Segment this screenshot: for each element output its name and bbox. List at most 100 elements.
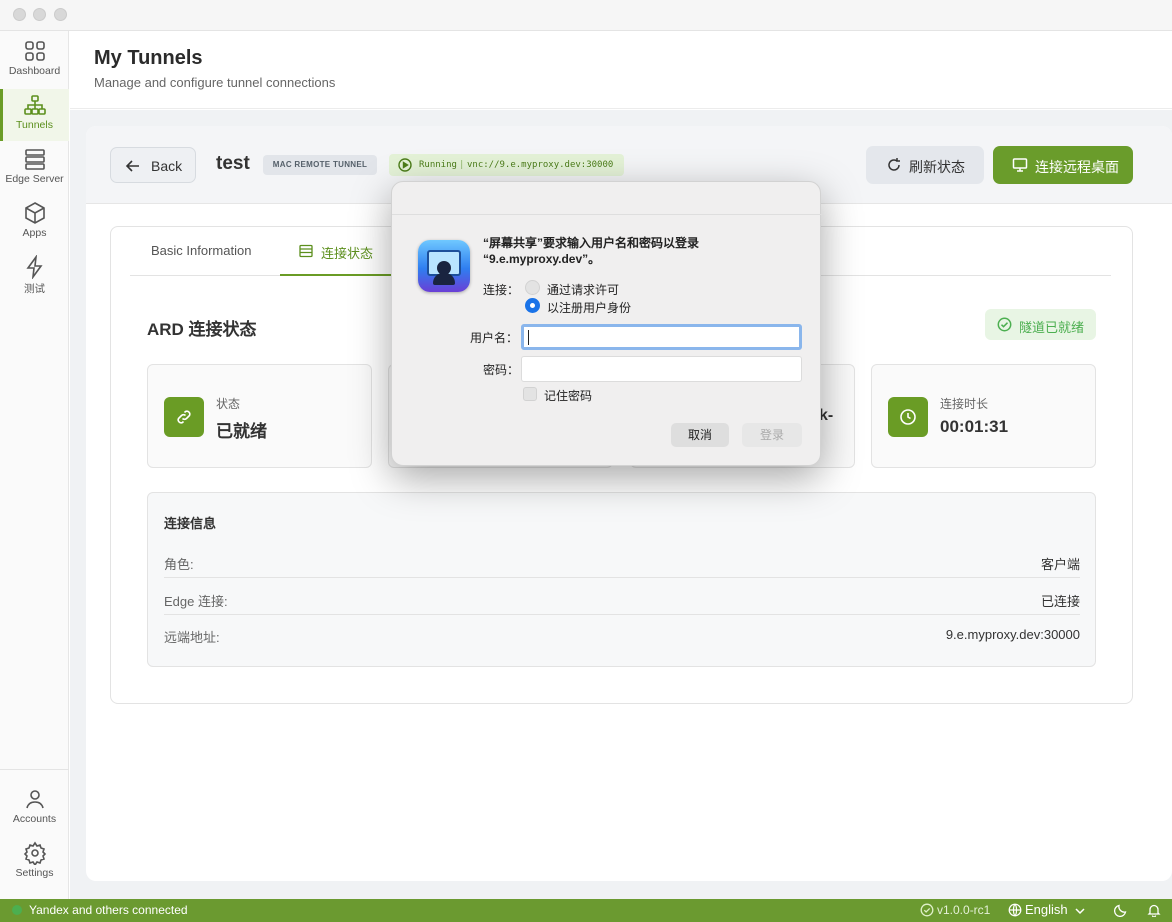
connect-label: 连接远程桌面 (1035, 159, 1119, 175)
username-label: 用户名： (470, 331, 519, 345)
info-row: 远端地址: 9.e.myproxy.dev:30000 (164, 615, 1080, 651)
status-bar: Yandex and others connected v1.0.0-rc1 E… (0, 899, 1172, 922)
tab-connection-status[interactable]: 连接状态 (280, 226, 393, 276)
cube-icon (24, 202, 45, 224)
text-cursor (528, 330, 529, 345)
sidebar-item-label: Accounts (12, 813, 57, 825)
page-header: My Tunnels Manage and configure tunnel c… (70, 31, 1172, 109)
gear-icon (23, 841, 46, 865)
sidebar-item-accounts[interactable]: Accounts (0, 783, 69, 835)
grid-icon (24, 41, 45, 61)
sidebar-item-dashboard[interactable]: Dashboard (0, 35, 69, 87)
sidebar-item-tunnels[interactable]: Tunnels (0, 89, 69, 141)
server-icon (24, 149, 45, 170)
sidebar-divider (0, 769, 69, 770)
running-label: Running (419, 160, 457, 170)
back-button-label: Back (151, 158, 183, 174)
globe-icon (1008, 903, 1022, 917)
monitor-icon (1012, 158, 1028, 172)
connect-label: 连接： (483, 283, 520, 297)
refresh-status-button[interactable]: 刷新状态 (866, 146, 984, 184)
duration-card: 连接时长 00:01:31 (871, 364, 1096, 468)
remember-password-checkbox[interactable] (523, 387, 537, 401)
option-request-label: 通过请求许可 (547, 283, 620, 297)
clock-icon (900, 409, 916, 425)
sidebar-item-label: Edge Server (5, 173, 64, 185)
stat-value: 00:01:31 (940, 417, 1009, 436)
info-key: Edge 连接: (164, 594, 228, 609)
status-card: 状态 已就绪 (147, 364, 372, 468)
screen-sharing-app-icon (418, 240, 470, 292)
page-title: My Tunnels (94, 47, 203, 69)
stat-label: 连接时长 (940, 397, 989, 411)
cancel-button[interactable]: 取消 (671, 423, 729, 447)
version-label: v1.0.0-rc1 (937, 903, 991, 917)
dialog-divider (392, 214, 822, 215)
refresh-icon (888, 158, 900, 171)
link-icon (177, 410, 191, 424)
dialog-message: “屏幕共享”要求输入用户名和密码以登录 “9.e.myproxy.dev”。 (483, 235, 699, 267)
info-title: 连接信息 (164, 516, 217, 531)
sidebar: Dashboard Tunnels Edge Server Apps 测试 Ac… (0, 31, 69, 899)
info-value: 已连接 (1040, 594, 1080, 609)
check-circle-icon (920, 903, 934, 917)
password-label: 密码： (483, 363, 520, 377)
bolt-icon (25, 255, 43, 279)
sidebar-item-edge-server[interactable]: Edge Server (0, 143, 69, 195)
link-icon-box (164, 397, 204, 437)
tunnel-type-badge: MAC REMOTE TUNNEL (263, 155, 377, 175)
stat-value: 已就绪 (216, 422, 267, 441)
login-button[interactable]: 登录 (742, 423, 802, 447)
refresh-label: 刷新状态 (909, 159, 965, 175)
ready-label: 隧道已就绪 (1019, 320, 1085, 335)
check-circle-icon (997, 317, 1012, 332)
screen-sharing-login-dialog: “屏幕共享”要求输入用户名和密码以登录 “9.e.myproxy.dev”。 连… (391, 181, 822, 466)
sidebar-item-label: Dashboard (8, 65, 61, 77)
connection-info-box: 连接信息 角色: 客户端 Edge 连接: 已连接 远端地址: 9.e.mypr… (147, 492, 1096, 667)
user-icon (25, 790, 44, 809)
info-value: 客户端 (1040, 557, 1080, 572)
tunnel-ready-badge: 隧道已就绪 (985, 309, 1096, 340)
radio-registered-user[interactable] (525, 298, 540, 313)
info-row: Edge 连接: 已连接 (164, 579, 1080, 615)
close-window-button[interactable] (13, 8, 26, 21)
info-key: 远端地址: (164, 630, 220, 645)
moon-icon[interactable] (1114, 903, 1128, 917)
window-titlebar (0, 0, 1172, 31)
language-selector[interactable]: English (1006, 899, 1090, 922)
sidebar-item-label: Tunnels (16, 119, 53, 131)
tab-label: 连接状态 (321, 246, 374, 261)
username-field[interactable] (521, 324, 802, 350)
sidebar-item-label: Settings (15, 867, 54, 879)
arrow-left-icon (125, 160, 139, 172)
info-value: 9.e.myproxy.dev:30000 (945, 627, 1080, 642)
dialog-message-line1: “屏幕共享”要求输入用户名和密码以登录 (483, 236, 700, 250)
connect-remote-desktop-button[interactable]: 连接远程桌面 (993, 146, 1133, 184)
page-subtitle: Manage and configure tunnel connections (94, 75, 336, 90)
stat-label: 状态 (216, 397, 241, 411)
password-field[interactable] (521, 356, 802, 382)
sidebar-item-test[interactable]: 测试 (0, 251, 69, 303)
sidebar-item-settings[interactable]: Settings (0, 837, 69, 889)
sidebar-item-label: 测试 (24, 283, 45, 295)
bell-icon[interactable] (1147, 903, 1161, 917)
clock-icon-box (888, 397, 928, 437)
running-url: vnc://9.e.myproxy.dev:30000 (467, 160, 614, 170)
remember-password-label: 记住密码 (544, 389, 593, 403)
sidebar-item-apps[interactable]: Apps (0, 197, 69, 249)
minimize-window-button[interactable] (33, 8, 46, 21)
stat-partial-text: k- (819, 407, 834, 424)
connection-status: Yandex and others connected (29, 903, 188, 917)
running-separator: | (459, 160, 465, 170)
tab-basic-information[interactable]: Basic Information (151, 243, 251, 258)
zoom-window-button[interactable] (54, 8, 67, 21)
back-button[interactable]: Back (110, 147, 196, 183)
info-row: 角色: 客户端 (164, 542, 1080, 578)
radio-request-permission[interactable] (525, 280, 540, 295)
list-icon (299, 244, 313, 258)
sidebar-item-label: Apps (22, 227, 47, 239)
running-status-badge: Running | vnc://9.e.myproxy.dev:30000 (389, 154, 624, 176)
connection-dot (12, 905, 22, 915)
section-title: ARD 连接状态 (147, 320, 257, 339)
play-circle-icon (398, 158, 412, 172)
